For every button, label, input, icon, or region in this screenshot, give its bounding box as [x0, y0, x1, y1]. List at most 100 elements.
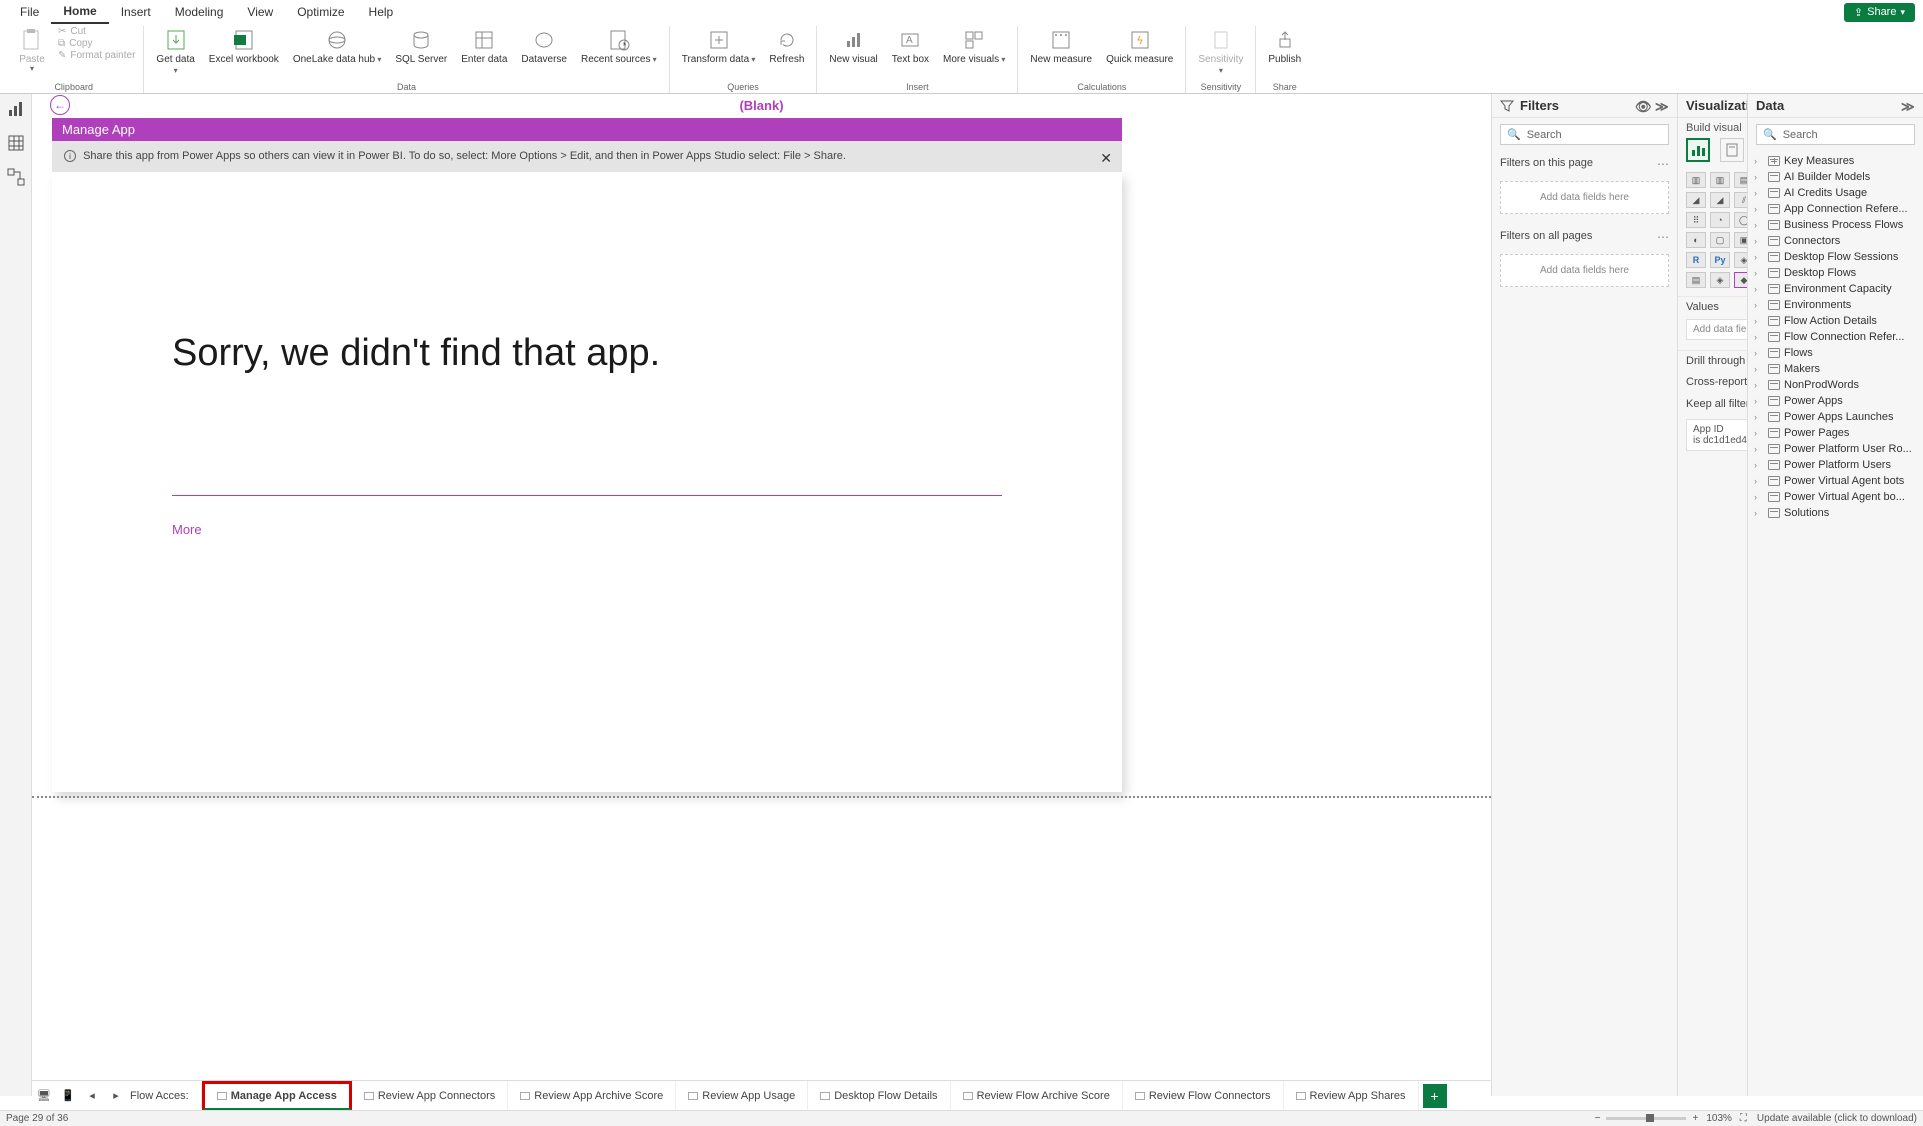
filters-all-pages-dropzone[interactable]: Add data fields here — [1500, 254, 1669, 287]
report-view-icon[interactable] — [7, 100, 25, 118]
expand-icon: › — [1754, 508, 1764, 518]
prev-page-button[interactable]: ◂ — [80, 1089, 104, 1102]
collapse-icon[interactable]: ≫ — [1901, 99, 1915, 113]
table-item[interactable]: ›Power Platform Users — [1752, 457, 1919, 473]
page-tab[interactable]: Review Flow Archive Score — [951, 1081, 1123, 1110]
zoom-in-button[interactable]: + — [1692, 1113, 1698, 1124]
fit-page-icon[interactable]: ⛶ — [1740, 1113, 1747, 1124]
more-icon[interactable]: ⋯ — [1657, 230, 1669, 244]
quick-measure-button[interactable]: Quick measure — [1102, 26, 1177, 67]
share-button[interactable]: ⇪ Share ▾ — [1844, 3, 1915, 22]
update-notice[interactable]: Update available (click to download) — [1757, 1113, 1917, 1124]
desktop-layout-icon[interactable]: 🖥 — [32, 1089, 56, 1102]
menu-home[interactable]: Home — [51, 0, 108, 24]
page-tab[interactable]: Desktop Flow Details — [808, 1081, 950, 1110]
collapse-icon[interactable]: ≫ — [1655, 99, 1669, 113]
table-item[interactable]: ›Makers — [1752, 361, 1919, 377]
menu-help[interactable]: Help — [357, 1, 406, 23]
table-view-icon[interactable] — [7, 134, 25, 152]
viz-gauge[interactable]: ◐ — [1686, 232, 1706, 248]
excel-workbook-button[interactable]: Excel workbook — [205, 26, 283, 67]
table-item[interactable]: ›Power Platform User Ro... — [1752, 441, 1919, 457]
table-item[interactable]: ›AI Builder Models — [1752, 169, 1919, 185]
table-item[interactable]: ›Environment Capacity — [1752, 281, 1919, 297]
new-measure-button[interactable]: New measure — [1026, 26, 1096, 67]
table-item[interactable]: ›Power Pages — [1752, 425, 1919, 441]
viz-area[interactable]: ◢ — [1686, 192, 1706, 208]
viz-r[interactable]: R — [1686, 252, 1706, 268]
table-item[interactable]: ›NonProdWords — [1752, 377, 1919, 393]
menu-view[interactable]: View — [235, 1, 285, 23]
zoom-out-button[interactable]: − — [1595, 1113, 1601, 1124]
onelake-button[interactable]: OneLake data hub ▾ — [289, 26, 386, 67]
more-icon[interactable]: ⋯ — [1657, 157, 1669, 171]
table-item[interactable]: ›Desktop Flows — [1752, 265, 1919, 281]
text-box-button[interactable]: AText box — [888, 26, 933, 67]
recent-sources-button[interactable]: Recent sources ▾ — [577, 26, 661, 67]
page-tab[interactable]: Review App Usage — [676, 1081, 808, 1110]
zoom-slider[interactable] — [1606, 1117, 1686, 1120]
table-item[interactable]: ›Flow Action Details — [1752, 313, 1919, 329]
page-tab[interactable]: Manage App Access — [202, 1081, 352, 1110]
menu-insert[interactable]: Insert — [109, 1, 163, 23]
powerapps-visual[interactable]: Manage App i Share this app from Power A… — [52, 118, 1122, 792]
eye-icon[interactable]: 👁 — [1635, 99, 1649, 113]
expand-icon: › — [1754, 332, 1764, 342]
refresh-button[interactable]: Refresh — [765, 26, 808, 67]
page-tab[interactable]: Review App Connectors — [352, 1081, 508, 1110]
viz-stacked-area[interactable]: ◢ — [1710, 192, 1730, 208]
viz-stacked-bar[interactable]: ▥ — [1686, 172, 1706, 188]
get-data-button[interactable]: Get data▾ — [152, 26, 198, 78]
table-item[interactable]: ›Connectors — [1752, 233, 1919, 249]
next-page-button[interactable]: ▸ — [104, 1089, 128, 1102]
table-item[interactable]: ›Power Virtual Agent bo... — [1752, 489, 1919, 505]
close-icon[interactable]: ✕ — [1100, 149, 1112, 169]
enter-data-button[interactable]: Enter data — [457, 26, 511, 67]
add-page-button[interactable]: + — [1423, 1084, 1447, 1108]
table-item[interactable]: ›AI Credits Usage — [1752, 185, 1919, 201]
more-visuals-button[interactable]: More visuals ▾ — [939, 26, 1009, 67]
viz-scatter[interactable]: ⠿ — [1686, 212, 1706, 228]
table-item[interactable]: ›Environments — [1752, 297, 1919, 313]
table-item[interactable]: ›Flows — [1752, 345, 1919, 361]
viz-python[interactable]: Py — [1710, 252, 1730, 268]
visual-info-text: Share this app from Power Apps so others… — [83, 150, 846, 162]
format-visual-tab[interactable] — [1720, 138, 1744, 162]
viz-paginated[interactable]: ▤ — [1686, 272, 1706, 288]
viz-card[interactable]: ▢ — [1710, 232, 1730, 248]
table-item[interactable]: ›Key Measures — [1752, 153, 1919, 169]
page-tab-partial[interactable]: Flow Acces: — [128, 1084, 202, 1108]
data-search[interactable]: 🔍 Search — [1756, 124, 1915, 145]
publish-button[interactable]: Publish — [1264, 26, 1305, 67]
build-visual-tab[interactable] — [1686, 138, 1710, 162]
table-item[interactable]: ›Power Apps Launches — [1752, 409, 1919, 425]
table-item[interactable]: ›Desktop Flow Sessions — [1752, 249, 1919, 265]
search-placeholder: Search — [1527, 129, 1562, 141]
table-item[interactable]: ›Power Virtual Agent bots — [1752, 473, 1919, 489]
page-tab[interactable]: Review App Shares — [1284, 1081, 1419, 1110]
new-visual-button[interactable]: New visual — [825, 26, 881, 67]
page-tab[interactable]: Review Flow Connectors — [1123, 1081, 1284, 1110]
sql-server-button[interactable]: SQL Server — [391, 26, 451, 67]
mobile-layout-icon[interactable]: 📱 — [56, 1089, 80, 1102]
model-view-icon[interactable] — [7, 168, 25, 186]
table-item[interactable]: ›Power Apps — [1752, 393, 1919, 409]
viz-arcgis[interactable]: ◈ — [1710, 272, 1730, 288]
table-item[interactable]: ›Flow Connection Refer... — [1752, 329, 1919, 345]
menu-file[interactable]: File — [8, 1, 51, 23]
transform-data-button[interactable]: Transform data ▾ — [678, 26, 760, 67]
page-tab[interactable]: Review App Archive Score — [508, 1081, 676, 1110]
menu-modeling[interactable]: Modeling — [163, 1, 236, 23]
expand-icon: › — [1754, 236, 1764, 246]
table-item[interactable]: ›App Connection Refere... — [1752, 201, 1919, 217]
menu-optimize[interactable]: Optimize — [285, 1, 356, 23]
more-link[interactable]: More — [172, 522, 202, 537]
viz-stacked-column[interactable]: ▥ — [1710, 172, 1730, 188]
table-icon — [1768, 380, 1780, 390]
viz-pie[interactable]: ◔ — [1710, 212, 1730, 228]
table-item[interactable]: ›Business Process Flows — [1752, 217, 1919, 233]
filter-search[interactable]: 🔍 Search — [1500, 124, 1669, 145]
table-item[interactable]: ›Solutions — [1752, 505, 1919, 521]
filters-on-page-dropzone[interactable]: Add data fields here — [1500, 181, 1669, 214]
dataverse-button[interactable]: Dataverse — [517, 26, 571, 67]
